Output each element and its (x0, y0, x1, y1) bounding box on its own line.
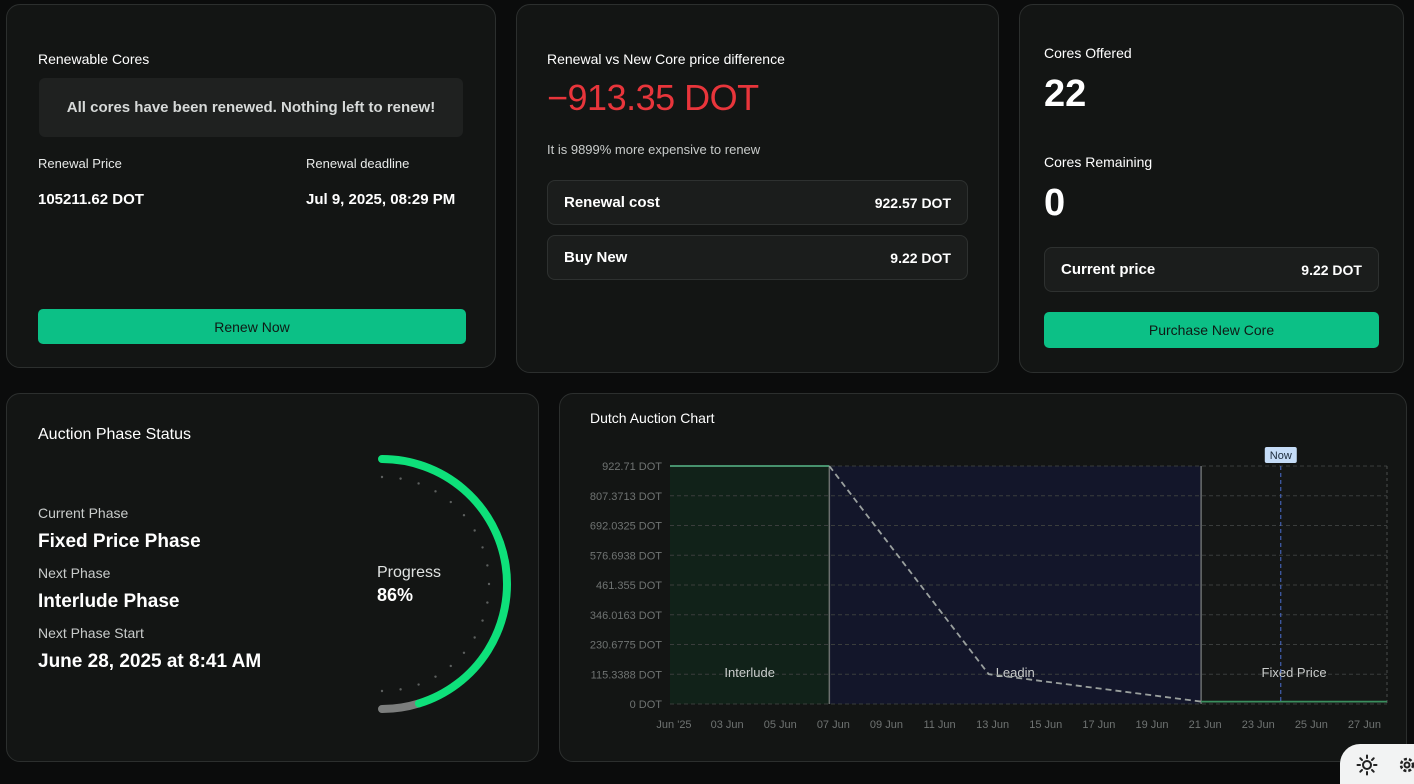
gauge-dot (417, 482, 420, 485)
gauge-dot (449, 664, 452, 668)
gauge-dot (434, 675, 437, 678)
price-difference-card: Renewal vs New Core price difference −91… (516, 4, 999, 373)
gauge-dot (434, 490, 437, 493)
y-tick-label: 576.6938 DOT (590, 550, 662, 562)
auction-phase-card: Auction Phase Status Current Phase Fixed… (6, 393, 539, 762)
gear-icon[interactable] (1396, 754, 1414, 776)
buy-new-label: Buy New (564, 249, 628, 266)
gauge-dot (399, 477, 402, 480)
renewed-notice: All cores have been renewed. Nothing lef… (39, 78, 463, 137)
y-tick-label: 346.0163 DOT (590, 610, 662, 622)
current-phase-value: Fixed Price Phase (38, 531, 201, 552)
x-tick-label: 21 Jun (1189, 719, 1222, 731)
gauge-dot (449, 500, 452, 504)
y-tick-label: 807.3713 DOT (590, 491, 662, 503)
renewal-cost-label: Renewal cost (564, 194, 660, 211)
cores-offered-label: Cores Offered (1044, 45, 1132, 61)
progress-label: Progress (377, 564, 442, 581)
x-tick-label: 03 Jun (711, 719, 744, 731)
next-phase-label: Next Phase (38, 565, 111, 581)
price-difference-value: −913.35 DOT (547, 77, 759, 118)
cores-offered-card: Cores Offered 22 Cores Remaining 0 Curre… (1019, 4, 1404, 373)
gauge-dot (481, 619, 484, 622)
gauge-dot (380, 689, 384, 693)
x-tick-label: 09 Jun (870, 719, 903, 731)
y-tick-label: 692.0325 DOT (590, 521, 662, 533)
next-phase-start-value: June 28, 2025 at 8:41 AM (38, 651, 262, 672)
phase-label: Leadin (996, 665, 1035, 680)
cores-offered-value: 22 (1044, 73, 1087, 115)
renewal-price-label: Renewal Price (38, 156, 122, 171)
gauge-dot (473, 636, 476, 639)
current-price-value: 9.22 DOT (1301, 261, 1362, 278)
buy-new-value: 9.22 DOT (890, 249, 951, 266)
x-tick-label: 07 Jun (817, 719, 850, 731)
renewal-price-value: 105211.62 DOT (38, 191, 144, 208)
renewal-cost-value: 922.57 DOT (874, 194, 951, 211)
gauge-dot (487, 582, 491, 586)
purchase-new-core-button[interactable]: Purchase New Core (1044, 312, 1379, 348)
cores-remaining-label: Cores Remaining (1044, 154, 1153, 170)
gauge-dot (473, 529, 476, 532)
settings-dock (1340, 744, 1414, 784)
cores-remaining-value: 0 (1044, 182, 1066, 224)
x-tick-label: 23 Jun (1242, 719, 1275, 731)
gauge-dot (486, 601, 489, 604)
renewal-cost-row: Renewal cost 922.57 DOT (547, 180, 968, 225)
x-tick-label: 25 Jun (1295, 719, 1328, 731)
phase-label: Interlude (724, 665, 775, 680)
x-tick-label: 17 Jun (1082, 719, 1115, 731)
buy-new-row: Buy New 9.22 DOT (547, 235, 968, 280)
price-difference-subtitle: It is 9899% more expensive to renew (547, 142, 761, 157)
y-tick-label: 922.71 DOT (602, 461, 662, 473)
progress-gauge (378, 455, 511, 713)
renewal-deadline-label: Renewal deadline (306, 156, 410, 171)
renewed-notice-text: All cores have been renewed. Nothing lef… (66, 99, 436, 116)
gauge-dot (462, 514, 466, 517)
y-tick-label: 461.355 DOT (596, 580, 662, 592)
renewal-deadline-value: Jul 9, 2025, 08:29 PM (306, 191, 456, 208)
gauge-dots (380, 475, 491, 693)
next-phase-start-label: Next Phase Start (38, 625, 144, 641)
gauge-dot (462, 651, 466, 654)
current-phase-label: Current Phase (38, 505, 129, 521)
gauge-dot (417, 683, 420, 686)
x-tick-label: 11 Jun (923, 719, 955, 731)
x-tick-label: 19 Jun (1135, 719, 1168, 731)
renew-now-button[interactable]: Renew Now (38, 309, 466, 344)
y-tick-label: 115.3388 DOT (591, 669, 663, 681)
gauge-track (378, 699, 423, 713)
progress-value: 86% (377, 585, 414, 605)
y-tick-label: 0 DOT (630, 699, 663, 711)
gauge-dot (380, 475, 384, 479)
dutch-auction-chart-card: Dutch Auction Chart 922.71 DOT 807.3713 D… (559, 393, 1407, 762)
x-tick-label: 05 Jun (764, 719, 797, 731)
auction-phase-title: Auction Phase Status (38, 426, 191, 443)
sun-icon[interactable] (1356, 754, 1378, 776)
current-price-row: Current price 9.22 DOT (1044, 247, 1379, 292)
gauge-dot (486, 564, 489, 567)
now-marker-label: Now (1270, 450, 1292, 462)
x-tick-label: 13 Jun (976, 719, 1009, 731)
y-tick-label: 230.6775 DOT (590, 640, 662, 652)
gauge-dot (399, 688, 402, 691)
x-tick-label: 27 Jun (1348, 719, 1381, 731)
current-price-label: Current price (1061, 261, 1156, 278)
next-phase-value: Interlude Phase (38, 591, 180, 612)
renewable-cores-card: Renewable Cores All cores have been rene… (6, 4, 496, 368)
gauge-dot (481, 546, 484, 549)
x-tick-label: 15 Jun (1029, 719, 1062, 731)
dutch-auction-chart: 922.71 DOT 807.3713 DOT 692.0325 DOT 576.69… (590, 447, 1388, 731)
x-tick-label: Jun '25 (656, 719, 691, 731)
phase-label: Fixed Price (1262, 665, 1327, 680)
price-difference-title: Renewal vs New Core price difference (547, 51, 785, 67)
renewable-cores-title: Renewable Cores (38, 51, 150, 67)
